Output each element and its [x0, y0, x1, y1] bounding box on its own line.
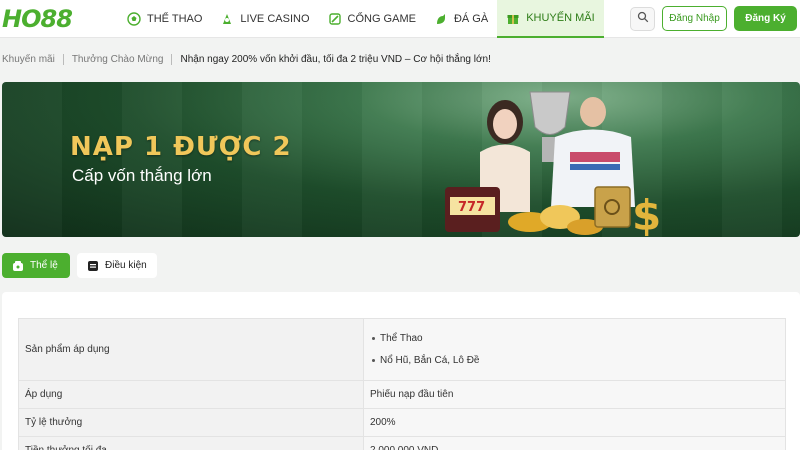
nav-item-label: KHUYẾN MÃI: [526, 12, 595, 24]
breadcrumb-promotions[interactable]: Khuyến mãi: [2, 54, 55, 65]
nav-item-game-portal[interactable]: CỔNG GAME: [319, 0, 425, 38]
game-portal-icon: [328, 12, 342, 26]
table-cell-label: Sản phẩm áp dụng: [18, 318, 364, 381]
list-item: Nổ Hũ, Bắn Cá, Lô Đề: [372, 350, 779, 372]
register-button[interactable]: Đăng Ký: [734, 6, 797, 31]
nav-item-live-casino[interactable]: LIVE CASINO: [211, 0, 318, 38]
nav-item-label: ĐÁ GÀ: [453, 13, 489, 25]
table-row: Áp dụng Phiếu nạp đầu tiên: [18, 380, 786, 409]
nav-item-label: LIVE CASINO: [240, 13, 310, 25]
table-cell-label: Áp dụng: [18, 380, 364, 409]
table-cell-value: 2,000,000 VND: [363, 436, 786, 450]
list-item: Thể Thao: [372, 328, 779, 350]
search-button[interactable]: [630, 7, 655, 31]
svg-text:777: 777: [458, 200, 485, 215]
live-casino-icon: [220, 12, 234, 26]
banner-illustration: 777 $: [445, 91, 661, 237]
table-row: Tiền thưởng tối đa 2,000,000 VND: [18, 436, 786, 450]
breadcrumb-divider: [171, 53, 173, 65]
nav-item-sports[interactable]: THỂ THAO: [118, 0, 211, 38]
gift-icon: [506, 11, 520, 25]
table-row: Sản phẩm áp dụng Thể Thao Nổ Hũ, Bắn Cá,…: [18, 318, 786, 381]
table-cell-value: Phiếu nạp đầu tiên: [363, 380, 786, 409]
banner-subtitle: Cấp vốn thắng lớn: [72, 166, 212, 185]
table-row: Tỷ lệ thưởng 200%: [18, 408, 786, 437]
rules-icon: [12, 260, 24, 272]
brand-logo[interactable]: HO88: [2, 5, 73, 33]
tab-rules-label: Thể lệ: [30, 260, 58, 271]
table-cell-value: 200%: [363, 408, 786, 437]
promo-details-table: Sản phẩm áp dụng Thể Thao Nổ Hũ, Bắn Cá,…: [18, 318, 786, 450]
search-icon: [637, 10, 649, 28]
nav-item-label: CỔNG GAME: [347, 13, 416, 25]
conditions-icon: [87, 260, 99, 272]
breadcrumb-welcome-bonus[interactable]: Thưởng Chào Mừng: [72, 54, 164, 65]
product-list: Thể Thao Nổ Hũ, Bắn Cá, Lô Đề: [370, 328, 779, 372]
rooster-icon: [434, 12, 448, 26]
banner-title: NẠP 1 ĐƯỢC 2: [70, 132, 292, 162]
breadcrumb-current: Nhận ngay 200% vốn khởi đầu, tối đa 2 tr…: [180, 53, 491, 65]
soccer-ball-icon: [127, 12, 141, 26]
main-nav: THỂ THAO LIVE CASINO CỔNG GAME ĐÁ GÀ KHU…: [118, 0, 604, 38]
svg-text:$: $: [632, 191, 661, 237]
breadcrumb: Khuyến mãi Thưởng Chào Mừng Nhận ngay 20…: [2, 52, 491, 66]
nav-item-label: THỂ THAO: [147, 13, 203, 25]
tab-rules[interactable]: Thể lệ: [2, 253, 70, 278]
nav-item-cockfight[interactable]: ĐÁ GÀ: [425, 0, 497, 38]
login-button[interactable]: Đăng Nhập: [662, 6, 727, 31]
table-cell-label: Tỷ lệ thưởng: [18, 408, 364, 437]
table-cell-value: Thể Thao Nổ Hũ, Bắn Cá, Lô Đề: [363, 318, 786, 381]
nav-item-promotions[interactable]: KHUYẾN MÃI: [497, 0, 604, 38]
brand-logo-text: HO88: [2, 5, 73, 33]
breadcrumb-divider: [62, 53, 64, 65]
top-header: HO88 THỂ THAO LIVE CASINO CỔNG GAME ĐÁ G…: [0, 0, 800, 38]
tab-conditions[interactable]: Điều kiện: [77, 253, 157, 278]
table-cell-label: Tiền thưởng tối đa: [18, 436, 364, 450]
tab-conditions-label: Điều kiện: [105, 260, 147, 271]
